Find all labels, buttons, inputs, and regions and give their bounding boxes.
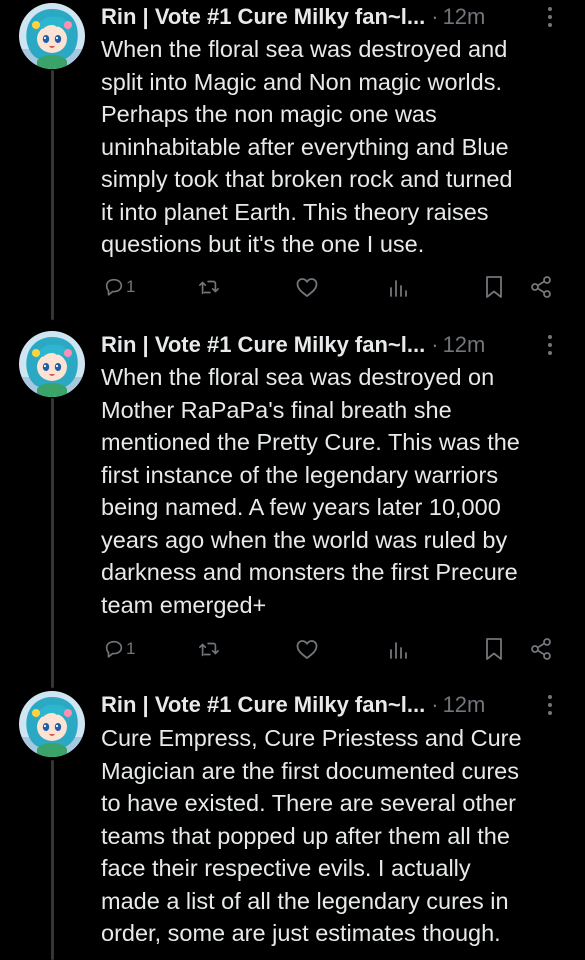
bookmark-button[interactable]	[484, 273, 504, 301]
like-button[interactable]	[295, 635, 319, 663]
reply-count: 1	[126, 639, 136, 658]
share-icon	[531, 638, 551, 660]
retweet-button[interactable]	[197, 273, 221, 301]
separator-dot: ·	[431, 4, 439, 29]
author-name[interactable]: Rin | Vote #1 Cure Milky fan~l...	[101, 692, 425, 718]
action-bar: 1	[101, 635, 557, 663]
tweet-text: When the floral sea was destroyed on Mot…	[101, 364, 520, 618]
tweet-text: When the floral sea was destroyed and sp…	[101, 36, 513, 257]
like-icon	[296, 640, 318, 659]
views-icon	[390, 642, 407, 659]
tweet-header: Rin | Vote #1 Cure Milky fan~l... · 12m	[101, 690, 563, 720]
share-button[interactable]	[529, 273, 553, 301]
tweet-text: Cure Empress, Cure Priestess and Cure Ma…	[101, 725, 522, 946]
views-button[interactable]	[387, 273, 409, 301]
tweet-2[interactable]: Rin | Vote #1 Cure Milky fan~l... · 12m …	[0, 328, 585, 688]
bookmark-icon	[486, 276, 502, 298]
reply-icon	[105, 640, 123, 658]
avatar[interactable]	[19, 691, 85, 757]
bookmark-button[interactable]	[484, 635, 504, 663]
like-button[interactable]	[295, 273, 319, 301]
share-icon	[531, 276, 551, 298]
action-bar: 1	[101, 273, 557, 301]
tweet-header: Rin | Vote #1 Cure Milky fan~l... · 12m	[101, 2, 563, 32]
more-icon[interactable]	[537, 4, 563, 30]
share-button[interactable]	[529, 635, 553, 663]
avatar[interactable]	[19, 3, 85, 69]
retweet-icon	[199, 642, 219, 657]
separator-dot: ·	[431, 332, 439, 357]
thread-line	[51, 398, 54, 688]
views-button[interactable]	[387, 635, 409, 663]
like-icon	[296, 278, 318, 297]
tweet-header: Rin | Vote #1 Cure Milky fan~l... · 12m	[101, 330, 563, 360]
thread-line	[51, 70, 54, 320]
more-icon[interactable]	[537, 692, 563, 718]
reply-button[interactable]: 1	[103, 635, 135, 663]
retweet-icon	[199, 280, 219, 295]
bookmark-icon	[486, 638, 502, 660]
tweet-1[interactable]: Rin | Vote #1 Cure Milky fan~l... · 12m …	[0, 0, 585, 320]
separator-dot: ·	[431, 692, 439, 717]
author-name[interactable]: Rin | Vote #1 Cure Milky fan~l...	[101, 4, 425, 30]
avatar[interactable]	[19, 331, 85, 397]
author-name[interactable]: Rin | Vote #1 Cure Milky fan~l...	[101, 332, 425, 358]
reply-icon	[105, 278, 123, 296]
views-icon	[390, 280, 407, 297]
retweet-button[interactable]	[197, 635, 221, 663]
reply-count: 1	[126, 277, 136, 296]
timestamp[interactable]: 12m	[443, 332, 486, 358]
tweet-3[interactable]: Rin | Vote #1 Cure Milky fan~l... · 12m …	[0, 688, 585, 960]
more-icon[interactable]	[537, 332, 563, 358]
thread-line	[51, 760, 54, 960]
timestamp[interactable]: 12m	[443, 692, 486, 718]
reply-button[interactable]: 1	[103, 273, 135, 301]
timestamp[interactable]: 12m	[443, 4, 486, 30]
